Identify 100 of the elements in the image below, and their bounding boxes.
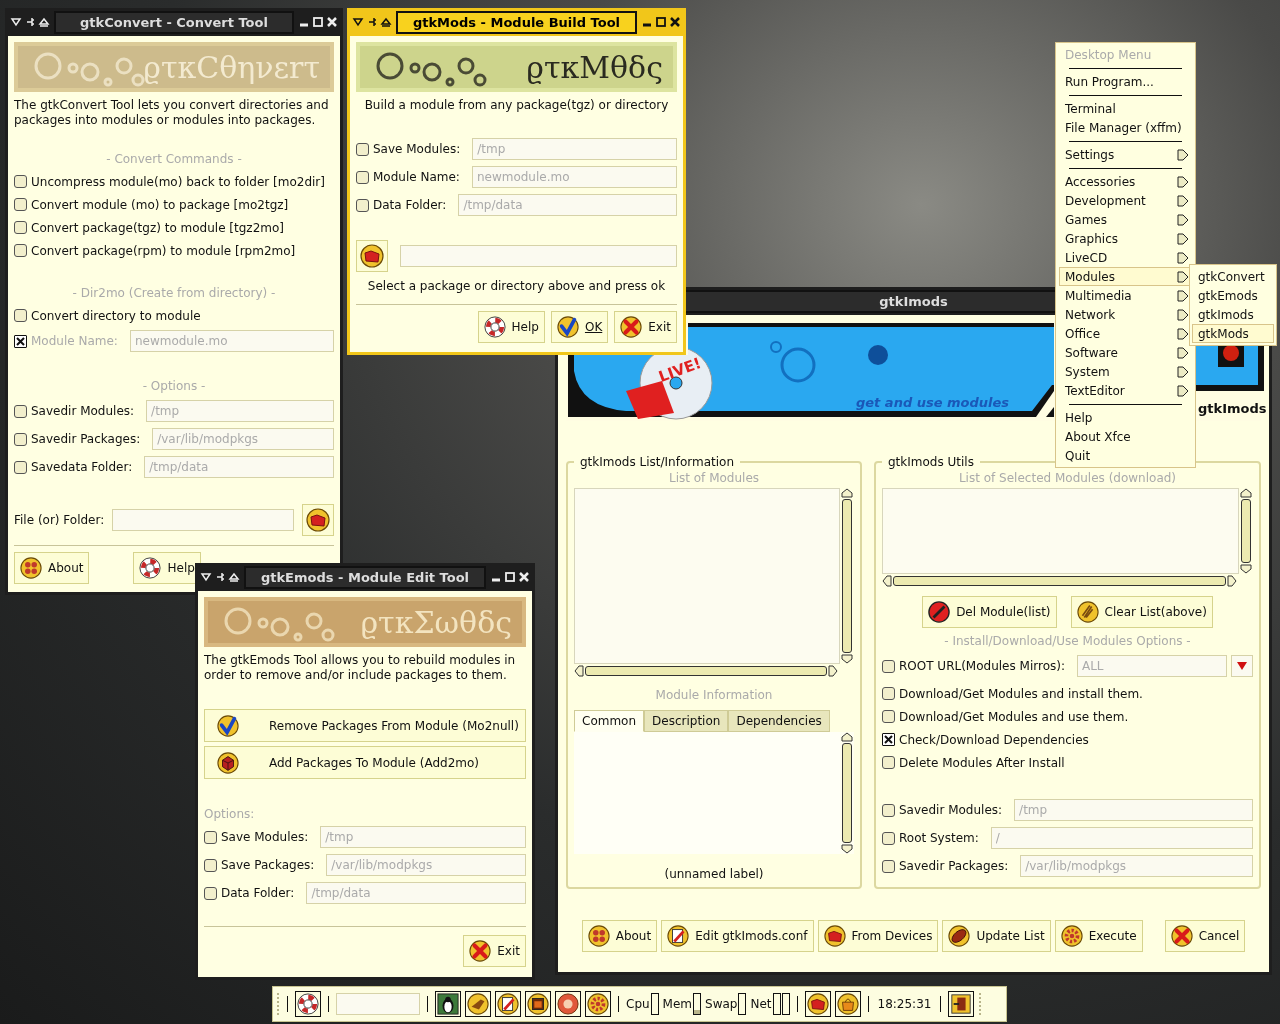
path-field[interactable]: /tmp/data bbox=[306, 882, 526, 904]
close-icon[interactable] bbox=[669, 16, 681, 28]
checkbox[interactable] bbox=[14, 309, 27, 322]
window-menu-icon[interactable] bbox=[352, 16, 364, 28]
menu-item[interactable]: Software bbox=[1059, 343, 1192, 362]
launcher-button[interactable] bbox=[585, 991, 611, 1017]
checkbox[interactable] bbox=[356, 170, 369, 184]
action-button[interactable]: Help bbox=[133, 552, 201, 584]
checkbox[interactable] bbox=[204, 858, 217, 872]
checkbox[interactable] bbox=[882, 803, 895, 817]
checkbox[interactable] bbox=[356, 142, 369, 156]
action-button[interactable]: Del Module(list) bbox=[922, 596, 1057, 628]
menu-item[interactable]: System bbox=[1059, 362, 1192, 381]
action-button[interactable]: Exit bbox=[463, 935, 526, 967]
menu-item[interactable]: About Xfce bbox=[1059, 427, 1192, 446]
path-field[interactable] bbox=[400, 245, 677, 267]
window-menu-icon[interactable] bbox=[10, 16, 22, 28]
menu-item[interactable]: Games bbox=[1059, 210, 1192, 229]
checkbox[interactable] bbox=[204, 886, 217, 900]
launcher-button[interactable] bbox=[948, 991, 975, 1017]
launcher-button[interactable] bbox=[555, 991, 581, 1017]
menu-item[interactable]: Development bbox=[1059, 191, 1192, 210]
action-button[interactable]: Remove Packages From Module (Mo2null) bbox=[204, 709, 526, 742]
menu-item[interactable]: Settings bbox=[1059, 145, 1192, 164]
checkbox[interactable] bbox=[14, 221, 27, 234]
launcher-button[interactable] bbox=[804, 991, 831, 1017]
open-button[interactable] bbox=[302, 504, 334, 536]
path-field[interactable]: /tmp/data bbox=[144, 456, 334, 478]
path-field[interactable]: ALL bbox=[1076, 655, 1227, 677]
menu-item[interactable]: Graphics bbox=[1059, 229, 1192, 248]
path-field[interactable]: /var/lib/modpkgs bbox=[152, 428, 334, 450]
path-field[interactable]: / bbox=[990, 827, 1253, 849]
window-menu-icon[interactable] bbox=[200, 571, 212, 583]
dropdown-button[interactable] bbox=[1231, 655, 1253, 677]
action-button[interactable]: OK bbox=[550, 311, 609, 343]
tab[interactable]: Common bbox=[574, 710, 645, 732]
tab[interactable]: Description bbox=[644, 710, 729, 732]
checkbox[interactable] bbox=[204, 830, 217, 844]
checkbox[interactable] bbox=[14, 198, 27, 211]
shade-icon[interactable] bbox=[380, 16, 392, 28]
menu-item[interactable]: Office bbox=[1059, 324, 1192, 343]
path-field[interactable]: /tmp bbox=[472, 138, 677, 160]
action-button[interactable]: Help bbox=[477, 311, 545, 343]
checkbox[interactable] bbox=[882, 831, 895, 845]
menu-item[interactable]: Help bbox=[1059, 408, 1192, 427]
checkbox[interactable] bbox=[14, 175, 27, 188]
path-field[interactable]: /tmp/data bbox=[458, 194, 677, 216]
action-button[interactable]: Execute bbox=[1054, 920, 1143, 952]
menu-item[interactable]: gtkMods bbox=[1192, 324, 1274, 343]
menu-item[interactable]: Accessories bbox=[1059, 172, 1192, 191]
launcher-button[interactable] bbox=[295, 991, 321, 1017]
launcher-button[interactable] bbox=[495, 991, 521, 1017]
path-field[interactable]: /var/lib/modpkgs bbox=[1020, 855, 1253, 877]
checkbox[interactable] bbox=[882, 859, 895, 873]
horizontal-scrollbar[interactable] bbox=[574, 664, 838, 678]
launcher-button[interactable] bbox=[834, 991, 861, 1017]
menu-item[interactable]: Quit bbox=[1059, 446, 1192, 465]
checkbox[interactable] bbox=[14, 432, 27, 446]
menu-item[interactable]: Run Program... bbox=[1059, 72, 1192, 91]
action-button[interactable]: Add Packages To Module (Add2mo) bbox=[204, 746, 526, 779]
command-field[interactable] bbox=[336, 993, 420, 1015]
checkbox[interactable] bbox=[882, 659, 895, 673]
checkbox[interactable] bbox=[882, 756, 895, 769]
checkbox[interactable] bbox=[882, 687, 895, 700]
checkbox[interactable] bbox=[14, 244, 27, 257]
tab[interactable]: Dependencies bbox=[728, 710, 830, 732]
checkbox[interactable] bbox=[14, 404, 27, 418]
path-field[interactable]: /tmp bbox=[320, 826, 526, 848]
menu-item[interactable]: File Manager (xffm) bbox=[1059, 118, 1192, 137]
action-button[interactable]: From Devices bbox=[817, 920, 939, 952]
action-button[interactable]: Cancel bbox=[1164, 920, 1246, 952]
drag-handle[interactable] bbox=[276, 992, 280, 1016]
action-button[interactable]: Edit gtkImods.conf bbox=[661, 920, 814, 952]
checkbox[interactable] bbox=[14, 460, 27, 474]
menu-item[interactable]: Modules bbox=[1059, 267, 1192, 286]
path-field[interactable]: /tmp bbox=[146, 400, 334, 422]
action-button[interactable]: Clear List(above) bbox=[1070, 596, 1213, 628]
maximize-icon[interactable] bbox=[655, 16, 667, 28]
checkbox[interactable] bbox=[882, 710, 895, 723]
vertical-scrollbar[interactable] bbox=[1239, 488, 1253, 574]
menu-item[interactable]: LiveCD bbox=[1059, 248, 1192, 267]
open-button[interactable] bbox=[356, 240, 388, 272]
vertical-scrollbar[interactable] bbox=[840, 488, 854, 664]
path-field[interactable]: newmodule.mo bbox=[471, 166, 677, 188]
menu-item[interactable]: gtkConvert bbox=[1192, 267, 1274, 286]
checkbox[interactable] bbox=[882, 733, 895, 746]
action-button[interactable]: About bbox=[581, 920, 658, 952]
path-field[interactable]: /tmp bbox=[1014, 799, 1253, 821]
path-field[interactable]: /var/lib/modpkgs bbox=[326, 854, 526, 876]
horizontal-scrollbar[interactable] bbox=[882, 574, 1237, 588]
path-field[interactable] bbox=[112, 509, 294, 531]
menu-item[interactable]: TextEditor bbox=[1059, 381, 1192, 400]
vertical-scrollbar[interactable] bbox=[840, 732, 854, 854]
menu-item[interactable]: Terminal bbox=[1059, 99, 1192, 118]
action-button[interactable]: Exit bbox=[614, 311, 677, 343]
launcher-button[interactable] bbox=[525, 991, 551, 1017]
action-button[interactable]: Update List bbox=[942, 920, 1051, 952]
checkbox[interactable] bbox=[356, 198, 369, 212]
launcher-button[interactable] bbox=[435, 991, 461, 1017]
action-button[interactable]: About bbox=[14, 552, 90, 584]
